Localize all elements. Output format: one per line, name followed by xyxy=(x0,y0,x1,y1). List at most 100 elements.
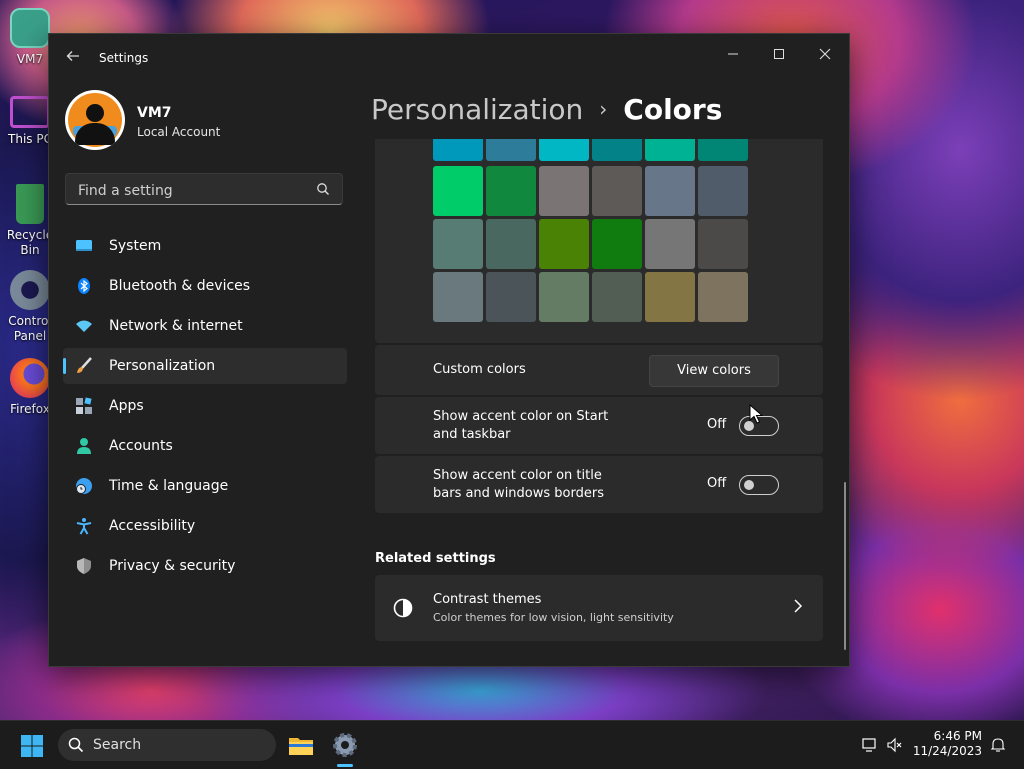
accent-color-swatch[interactable] xyxy=(698,219,748,269)
accent-title-bars-toggle[interactable] xyxy=(739,475,779,495)
sidebar-item-label: Privacy & security xyxy=(109,558,236,574)
user-name: VM7 xyxy=(137,105,172,121)
accent-color-swatch[interactable] xyxy=(486,219,536,269)
wifi-icon xyxy=(75,317,93,335)
sidebar-item-label: Time & language xyxy=(109,478,229,494)
sidebar-item-label: Accounts xyxy=(109,438,173,454)
sidebar-item-label: Accessibility xyxy=(109,518,196,534)
toggle-state-text: Off xyxy=(707,417,727,432)
monitor-icon xyxy=(10,96,50,128)
user-folder-icon xyxy=(10,8,50,48)
accent-color-swatch[interactable] xyxy=(592,219,642,269)
sidebar-item-label: System xyxy=(109,238,162,254)
accent-color-swatch[interactable] xyxy=(486,139,536,161)
account-type: Local Account xyxy=(137,125,221,139)
sidebar-item-label: Bluetooth & devices xyxy=(109,278,251,294)
monitor-icon xyxy=(75,237,93,255)
title-bar: Settings xyxy=(49,34,849,82)
settings-content: Custom colors View colors Show accent co… xyxy=(375,139,823,664)
accent-color-swatch[interactable] xyxy=(539,272,589,322)
sidebar-nav: System Bluetooth & devices Network & int… xyxy=(63,228,347,588)
accent-color-swatch[interactable] xyxy=(645,139,695,161)
custom-colors-label: Custom colors xyxy=(433,362,526,377)
accent-color-swatch[interactable] xyxy=(486,272,536,322)
search-input[interactable] xyxy=(76,180,310,202)
breadcrumb-parent[interactable]: Personalization xyxy=(371,93,583,126)
person-icon xyxy=(75,437,93,455)
back-arrow-icon[interactable] xyxy=(63,48,83,68)
taskbar: Search 6:46 PM 11/24/2023 xyxy=(0,720,1024,769)
accent-color-swatch[interactable] xyxy=(433,166,483,216)
accent-color-swatch[interactable] xyxy=(645,272,695,322)
accent-color-swatch[interactable] xyxy=(433,139,483,161)
minimize-button[interactable] xyxy=(711,40,755,72)
sidebar-item-apps[interactable]: Apps xyxy=(63,388,347,424)
accent-color-swatch[interactable] xyxy=(486,166,536,216)
system-clock[interactable]: 6:46 PM 11/24/2023 xyxy=(913,729,982,759)
accent-color-swatch[interactable] xyxy=(698,272,748,322)
sidebar-item-accessibility[interactable]: Accessibility xyxy=(63,508,347,544)
breadcrumb-separator: › xyxy=(599,97,608,121)
search-icon xyxy=(68,737,84,753)
accent-color-swatch[interactable] xyxy=(433,219,483,269)
accent-color-card xyxy=(375,139,823,343)
chevron-right-icon xyxy=(793,598,803,617)
accent-color-swatch[interactable] xyxy=(645,219,695,269)
sidebar-item-privacy-security[interactable]: Privacy & security xyxy=(63,548,347,584)
toggle-state-text: Off xyxy=(707,476,727,491)
start-button[interactable] xyxy=(20,734,44,758)
page-title: Colors xyxy=(623,93,723,126)
toggle-label: Show accent color on Start and taskbar xyxy=(433,409,609,442)
recycle-bin-icon xyxy=(16,184,44,224)
gear-icon xyxy=(10,270,50,310)
accent-color-swatch[interactable] xyxy=(433,272,483,322)
accessibility-icon xyxy=(75,517,93,535)
view-colors-button[interactable]: View colors xyxy=(649,355,779,387)
accent-color-swatch[interactable] xyxy=(698,166,748,216)
accent-color-swatch[interactable] xyxy=(539,166,589,216)
sidebar-item-accounts[interactable]: Accounts xyxy=(63,428,347,464)
sidebar-item-system[interactable]: System xyxy=(63,228,347,264)
accent-color-swatch[interactable] xyxy=(698,139,748,161)
accent-title-bars-row: Show accent color on title bars and windo… xyxy=(375,456,823,513)
accent-color-swatch[interactable] xyxy=(645,166,695,216)
related-settings-heading: Related settings xyxy=(375,551,496,566)
contrast-themes-link[interactable]: Contrast themes Color themes for low vis… xyxy=(375,575,823,641)
sidebar-item-label: Personalization xyxy=(109,358,216,374)
accent-color-swatch[interactable] xyxy=(592,272,642,322)
user-profile[interactable]: VM7 Local Account xyxy=(65,90,345,156)
contrast-themes-title: Contrast themes xyxy=(433,592,542,607)
sidebar-item-personalization[interactable]: Personalization xyxy=(63,348,347,384)
sidebar-item-network[interactable]: Network & internet xyxy=(63,308,347,344)
custom-colors-row: Custom colors View colors xyxy=(375,345,823,395)
close-button[interactable] xyxy=(803,40,847,72)
network-icon[interactable] xyxy=(862,737,878,753)
contrast-icon xyxy=(393,598,413,618)
volume-muted-icon[interactable] xyxy=(887,737,903,753)
shield-icon xyxy=(75,557,93,575)
accent-color-swatch[interactable] xyxy=(539,139,589,161)
scrollbar[interactable] xyxy=(844,482,846,650)
sidebar-item-time-language[interactable]: Time & language xyxy=(63,468,347,504)
bluetooth-icon xyxy=(75,277,93,295)
breadcrumb: Personalization › Colors xyxy=(371,92,722,130)
accent-color-swatch[interactable] xyxy=(592,139,642,161)
maximize-button[interactable] xyxy=(757,40,801,72)
search-icon[interactable] xyxy=(316,181,332,197)
sidebar-item-label: Network & internet xyxy=(109,318,243,334)
contrast-themes-subtitle: Color themes for low vision, light sensi… xyxy=(433,611,674,624)
apps-icon xyxy=(75,397,93,415)
sidebar-item-bluetooth[interactable]: Bluetooth & devices xyxy=(63,268,347,304)
accent-color-swatch[interactable] xyxy=(592,166,642,216)
file-explorer-icon[interactable] xyxy=(285,729,317,761)
avatar xyxy=(65,90,125,150)
clock-time: 6:46 PM xyxy=(933,729,982,743)
firefox-icon xyxy=(10,358,50,398)
settings-gear-icon[interactable] xyxy=(329,729,361,767)
globe-clock-icon xyxy=(75,477,93,495)
notifications-icon[interactable] xyxy=(990,737,1006,753)
accent-color-swatch[interactable] xyxy=(539,219,589,269)
toggle-label: Show accent color on title bars and windo… xyxy=(433,468,604,501)
app-title: Settings xyxy=(99,51,149,65)
taskbar-search[interactable]: Search xyxy=(58,729,276,761)
